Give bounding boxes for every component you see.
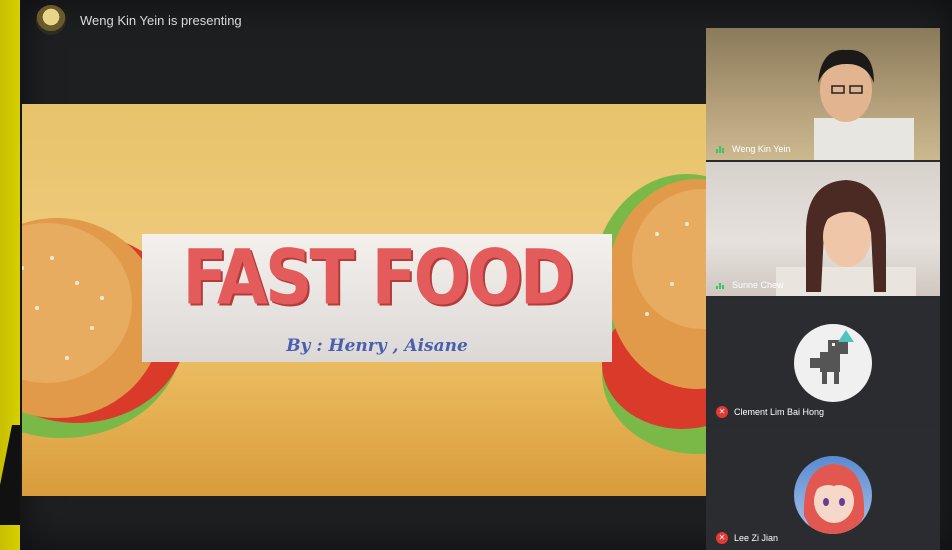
participant-name-label: Sunne Chew <box>716 280 784 290</box>
participant-tile[interactable]: Sunne Chew <box>706 162 940 296</box>
slide-subtitle: By : Henry , Aisane <box>286 336 468 356</box>
participant-name: Clement Lim Bai Hong <box>734 407 825 417</box>
participant-tile[interactable]: ✕ Clement Lim Bai Hong <box>706 298 940 424</box>
participant-name-label: ✕ Clement Lim Bai Hong <box>716 406 824 418</box>
participant-panel: Weng Kin Yein Sunne Chew ✕ Clement Lim B… <box>706 28 940 550</box>
participant-name: Lee Zi Jian <box>734 533 779 543</box>
participant-name-label: ✕ Lee Zi Jian <box>716 532 778 544</box>
presenter-bar: Weng Kin Yein is presenting <box>24 0 704 40</box>
user-avatar-icon <box>36 5 66 35</box>
participant-video <box>776 180 916 296</box>
participant-name: Weng Kin Yein <box>732 144 791 154</box>
participant-tile[interactable]: Weng Kin Yein <box>706 28 940 160</box>
mic-muted-icon: ✕ <box>716 532 728 544</box>
participant-name: Sunne Chew <box>732 280 784 290</box>
dino-icon <box>794 324 872 402</box>
shared-slide: FAST FOOD By : Henry , Aisane <box>22 104 706 496</box>
mic-active-icon <box>716 281 726 289</box>
participant-video <box>814 49 914 160</box>
mic-active-icon <box>716 145 726 153</box>
presenter-status-text: Weng Kin Yein is presenting <box>80 12 242 28</box>
mic-muted-icon: ✕ <box>716 406 728 418</box>
anime-avatar-icon <box>794 456 872 534</box>
participant-tile[interactable]: ✕ Lee Zi Jian <box>706 426 940 550</box>
participant-name-label: Weng Kin Yein <box>716 144 790 154</box>
slide-title: FAST FOOD <box>182 233 574 322</box>
